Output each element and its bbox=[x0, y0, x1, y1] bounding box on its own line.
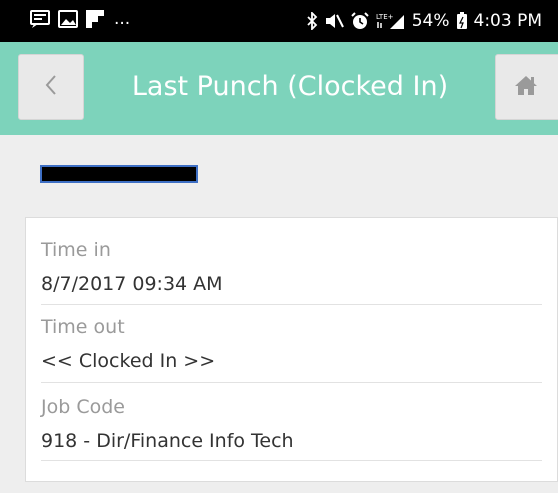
status-right-icons: LTE+ 54% 4:03 PM bbox=[306, 9, 542, 33]
redacted-employee-name bbox=[40, 165, 198, 183]
status-left-icons: ... bbox=[30, 9, 130, 29]
time-in-label: Time in bbox=[41, 239, 111, 261]
time-out-field: Time out << Clocked In >> bbox=[41, 305, 542, 383]
lte-signal-icon: LTE+ bbox=[376, 12, 406, 30]
svg-text:LTE+: LTE+ bbox=[376, 13, 394, 21]
job-code-field: Job Code 918 - Dir/Finance Info Tech bbox=[41, 383, 542, 461]
time-in-field: Time in 8/7/2017 09:34 AM bbox=[41, 226, 542, 305]
back-button[interactable] bbox=[18, 54, 84, 120]
message-icon bbox=[30, 10, 50, 28]
mute-icon bbox=[324, 12, 344, 30]
battery-icon bbox=[456, 12, 468, 30]
home-icon bbox=[514, 74, 538, 100]
battery-percent: 54% bbox=[411, 11, 450, 31]
clock-time: 4:03 PM bbox=[473, 11, 543, 31]
time-in-value: 8/7/2017 09:34 AM bbox=[41, 273, 223, 295]
alarm-icon bbox=[350, 12, 370, 30]
flipboard-icon bbox=[86, 10, 104, 28]
job-code-value: 918 - Dir/Finance Info Tech bbox=[41, 430, 294, 452]
punch-details-card: Time in 8/7/2017 09:34 AM Time out << Cl… bbox=[25, 217, 558, 482]
app-header: Last Punch (Clocked In) bbox=[0, 42, 558, 135]
home-button[interactable] bbox=[495, 54, 558, 120]
chevron-left-icon bbox=[44, 74, 58, 100]
more-notifications-indicator: ... bbox=[114, 9, 131, 29]
page-title: Last Punch (Clocked In) bbox=[131, 71, 449, 102]
time-out-value: << Clocked In >> bbox=[41, 350, 216, 372]
status-bar: ... LTE+ 54% 4:03 PM bbox=[0, 0, 558, 42]
time-out-label: Time out bbox=[41, 316, 125, 338]
image-icon bbox=[58, 10, 78, 28]
job-code-label: Job Code bbox=[41, 396, 125, 418]
bluetooth-icon bbox=[306, 12, 318, 30]
